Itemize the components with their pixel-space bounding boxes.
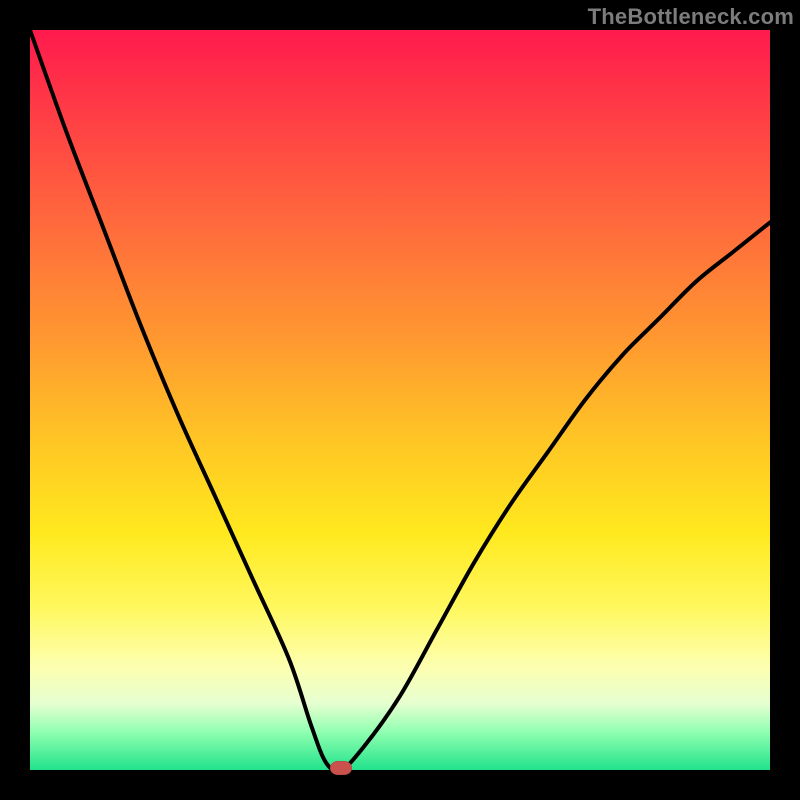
plot-area — [30, 30, 770, 770]
bottleneck-curve — [30, 30, 770, 770]
optimal-point-marker — [330, 761, 352, 775]
watermark-text: TheBottleneck.com — [588, 4, 794, 30]
chart-frame: TheBottleneck.com — [0, 0, 800, 800]
